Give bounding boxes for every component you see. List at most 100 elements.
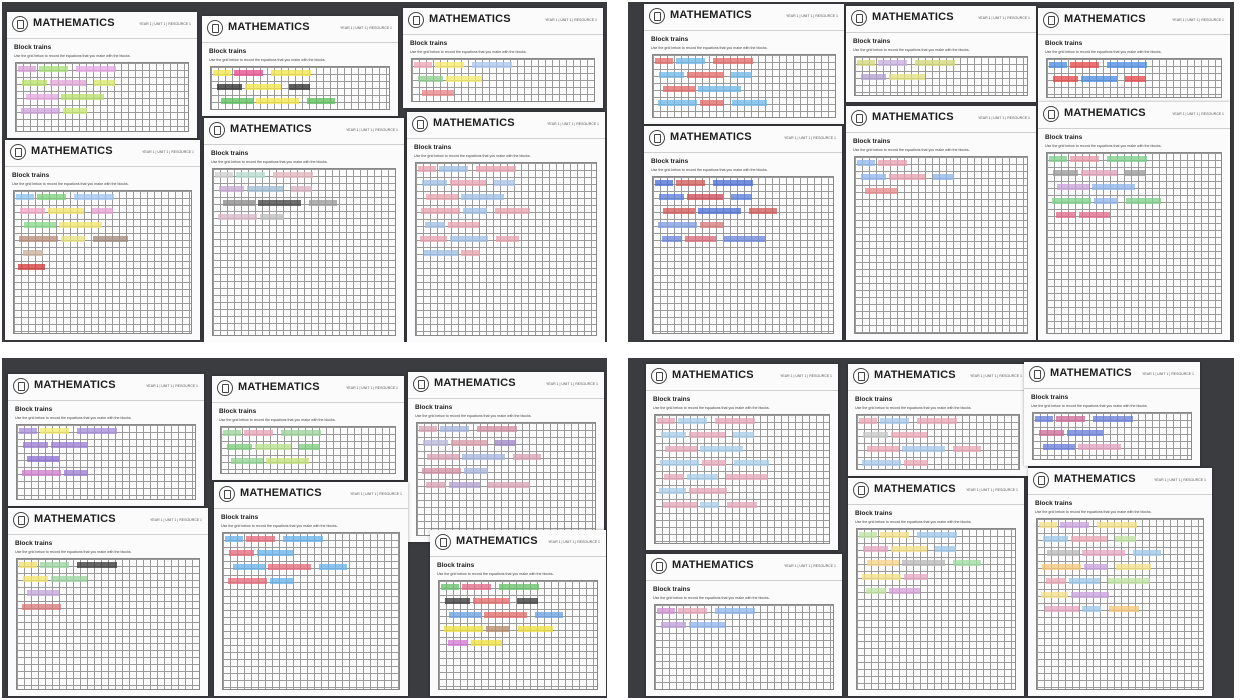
block-train-segment bbox=[904, 460, 928, 466]
worksheet-instruction: Use the grid below to record the equatio… bbox=[855, 520, 972, 524]
worksheet-subtitle: Block trains bbox=[651, 158, 689, 165]
block-train-segment bbox=[484, 612, 527, 618]
year-unit-label: YEAR 1 | UNIT 1 | RESOURCE 1 bbox=[780, 374, 832, 378]
block-train-segment bbox=[422, 180, 447, 186]
block-train-segment bbox=[418, 166, 436, 172]
school-logo-icon bbox=[413, 376, 429, 392]
worksheet-instruction: Use the grid below to record the equatio… bbox=[209, 58, 326, 62]
block-train-segment bbox=[662, 236, 682, 242]
block-train-segment bbox=[1084, 564, 1108, 570]
block-train-segment bbox=[441, 584, 459, 590]
classroom-photo-2: MATHEMATICS YEAR 1 | UNIT 1 | RESOURCE 1 … bbox=[628, 2, 1234, 342]
block-train-segment bbox=[661, 432, 686, 438]
block-train-segment bbox=[448, 640, 468, 646]
year-unit-label: YEAR 1 | UNIT 1 | RESOURCE 1 bbox=[146, 384, 198, 388]
block-train-segment bbox=[18, 264, 45, 270]
block-train-segment bbox=[225, 536, 243, 542]
block-train-segment bbox=[40, 428, 69, 434]
block-train-segment bbox=[471, 640, 502, 646]
block-train-segment bbox=[23, 442, 48, 448]
worksheet-subtitle: Block trains bbox=[1045, 134, 1083, 141]
block-train-segment bbox=[1078, 444, 1121, 450]
worksheet-title: MATHEMATICS bbox=[670, 9, 752, 21]
block-train-segment bbox=[715, 608, 755, 614]
worksheet: MATHEMATICS YEAR 1 | UNIT 1 | RESOURCE 1 … bbox=[1024, 362, 1200, 466]
block-grid bbox=[15, 62, 189, 132]
block-train-segment bbox=[1125, 76, 1146, 82]
block-train-segment bbox=[268, 564, 311, 570]
school-logo-icon bbox=[651, 368, 667, 384]
block-train-segment bbox=[1045, 606, 1079, 612]
block-train-segment bbox=[422, 468, 461, 474]
block-train-segment bbox=[517, 598, 538, 604]
block-train-segment bbox=[418, 76, 443, 82]
worksheet-instruction: Use the grid below to record the equatio… bbox=[14, 54, 131, 58]
worksheet: MATHEMATICS YEAR 1 | UNIT 1 | RESOURCE 1 … bbox=[646, 364, 838, 550]
block-train-segment bbox=[92, 208, 113, 214]
block-train-segment bbox=[22, 604, 61, 610]
block-train-segment bbox=[1082, 606, 1101, 612]
block-train-segment bbox=[902, 446, 945, 452]
block-train-segment bbox=[700, 502, 719, 508]
worksheet-title: MATHEMATICS bbox=[1054, 473, 1136, 485]
block-train-segment bbox=[658, 100, 697, 106]
worksheet-header: MATHEMATICS YEAR 1 | UNIT 1 | RESOURCE 1 bbox=[646, 554, 842, 581]
worksheet-title: MATHEMATICS bbox=[1064, 13, 1146, 25]
block-train-segment bbox=[891, 432, 927, 438]
block-train-segment bbox=[513, 454, 541, 460]
block-train-segment bbox=[933, 174, 954, 180]
worksheet-title: MATHEMATICS bbox=[33, 17, 115, 29]
worksheet-instruction: Use the grid below to record the equatio… bbox=[12, 182, 129, 186]
worksheet-title: MATHEMATICS bbox=[670, 131, 752, 143]
worksheet-title: MATHEMATICS bbox=[1064, 107, 1146, 119]
year-unit-label: YEAR 1 | UNIT 1 | RESOURCE 1 bbox=[346, 128, 398, 132]
block-train-segment bbox=[215, 172, 233, 178]
block-train-segment bbox=[213, 70, 231, 76]
block-grid bbox=[654, 604, 834, 690]
block-grid bbox=[854, 156, 1028, 334]
block-train-segment bbox=[486, 626, 510, 632]
block-train-segment bbox=[440, 426, 469, 432]
year-unit-label: YEAR 1 | UNIT 1 | RESOURCE 1 bbox=[786, 14, 838, 18]
year-unit-label: YEAR 1 | UNIT 1 | RESOURCE 1 bbox=[970, 374, 1022, 378]
block-train-segment bbox=[499, 584, 539, 590]
block-train-segment bbox=[463, 208, 487, 214]
school-logo-icon bbox=[209, 122, 225, 138]
school-logo-icon bbox=[1043, 12, 1059, 28]
block-train-segment bbox=[231, 458, 263, 464]
block-train-segment bbox=[464, 468, 488, 474]
block-train-segment bbox=[260, 214, 284, 220]
block-train-segment bbox=[1081, 170, 1117, 176]
block-train-segment bbox=[700, 222, 724, 228]
block-train-segment bbox=[733, 432, 754, 438]
block-train-segment bbox=[93, 236, 128, 242]
block-train-segment bbox=[27, 456, 59, 462]
worksheet-header: MATHEMATICS YEAR 1 | UNIT 1 | RESOURCE 1 bbox=[1038, 8, 1230, 35]
block-train-segment bbox=[76, 66, 116, 72]
block-train-segment bbox=[1035, 416, 1053, 422]
block-train-segment bbox=[448, 222, 479, 228]
block-grid bbox=[856, 528, 1016, 690]
worksheet-title: MATHEMATICS bbox=[872, 11, 954, 23]
worksheet-instruction: Use the grid below to record the equatio… bbox=[414, 154, 531, 158]
worksheet-instruction: Use the grid below to record the equatio… bbox=[15, 416, 132, 420]
worksheet-instruction: Use the grid below to record the equatio… bbox=[651, 46, 768, 50]
block-train-segment bbox=[1125, 170, 1146, 176]
block-train-segment bbox=[689, 622, 725, 628]
block-train-segment bbox=[299, 444, 320, 450]
worksheet-title: MATHEMATICS bbox=[1050, 367, 1132, 379]
block-train-segment bbox=[233, 564, 265, 570]
block-train-segment bbox=[732, 100, 767, 106]
worksheet-header: MATHEMATICS YEAR 1 | UNIT 1 | RESOURCE 1 bbox=[5, 140, 200, 167]
block-grid bbox=[652, 54, 836, 118]
year-unit-label: YEAR 1 | UNIT 1 | RESOURCE 1 bbox=[545, 18, 597, 22]
block-train-segment bbox=[445, 598, 470, 604]
school-logo-icon bbox=[649, 8, 665, 24]
year-unit-label: YEAR 1 | UNIT 1 | RESOURCE 1 bbox=[1172, 112, 1224, 116]
worksheet-header: MATHEMATICS YEAR 1 | UNIT 1 | RESOURCE 1 bbox=[1038, 102, 1230, 129]
block-train-segment bbox=[426, 194, 458, 200]
block-train-segment bbox=[217, 84, 242, 90]
block-train-segment bbox=[245, 84, 281, 90]
block-train-segment bbox=[1039, 522, 1057, 528]
block-train-segment bbox=[1109, 606, 1139, 612]
